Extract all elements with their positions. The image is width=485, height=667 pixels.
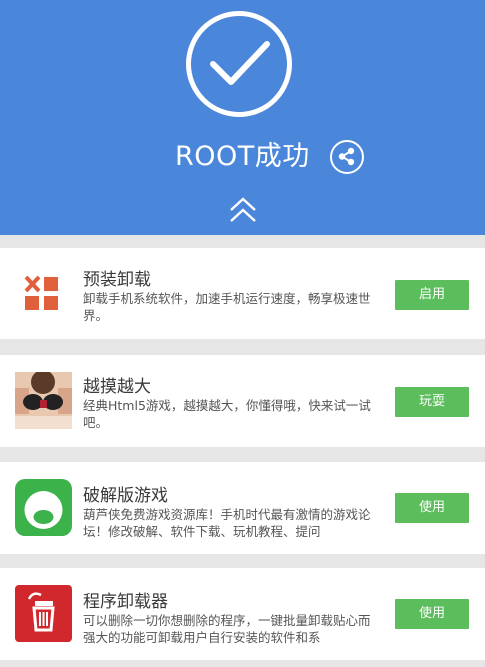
app-description: 经典Html5游戏，越摸越大，你懂得哦，快来试一试吧。	[83, 398, 371, 430]
game-thumbnail-icon	[15, 370, 72, 429]
list-item: 预装卸载 卸载手机系统软件，加速手机运行速度，畅享极速世界。 启用	[0, 248, 485, 339]
app-description: 葫芦侠免费游戏资源库！手机时代最有激情的游戏论坛！修改破解、软件下载、玩机教程、…	[83, 507, 371, 539]
list-item: 越摸越大 经典Html5游戏，越摸越大，你懂得哦，快来试一试吧。 玩耍	[0, 355, 485, 447]
app-name: 程序卸载器	[83, 592, 168, 612]
app-description: 可以删除一切你想删除的程序，一键批量卸载贴心而强大的功能可卸载用户自行安装的软件…	[83, 613, 371, 645]
check-circle-icon	[186, 11, 292, 117]
app-description: 卸载手机系统软件，加速手机运行速度，畅享极速世界。	[83, 291, 371, 323]
app-name: 破解版游戏	[83, 486, 168, 506]
app-name: 越摸越大	[83, 377, 151, 397]
share-icon[interactable]	[330, 140, 364, 174]
enable-button[interactable]: 启用	[395, 280, 469, 310]
app-name: 预装卸载	[83, 270, 151, 290]
double-chevron-up-icon[interactable]	[228, 195, 258, 225]
preinstall-uninstall-icon	[15, 265, 72, 322]
header: ROOT成功	[0, 0, 485, 235]
use-button[interactable]: 使用	[395, 599, 469, 629]
play-button[interactable]: 玩耍	[395, 387, 469, 417]
trash-uninstaller-icon	[15, 585, 72, 642]
gourd-app-icon	[15, 479, 72, 536]
list-item: 破解版游戏 葫芦侠免费游戏资源库！手机时代最有激情的游戏论坛！修改破解、软件下载…	[0, 462, 485, 554]
list-item: 程序卸载器 可以删除一切你想删除的程序，一键批量卸载贴心而强大的功能可卸载用户自…	[0, 568, 485, 660]
page-title: ROOT成功	[175, 141, 310, 172]
use-button[interactable]: 使用	[395, 493, 469, 523]
